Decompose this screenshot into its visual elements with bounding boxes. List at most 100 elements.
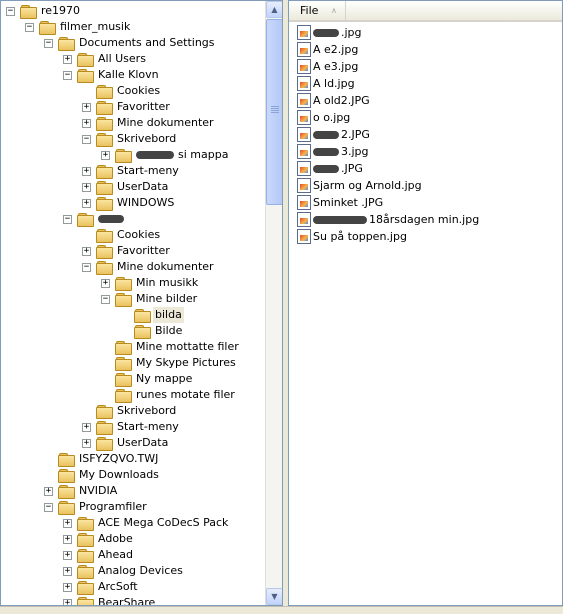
folder-icon	[96, 245, 113, 259]
folder-shape	[58, 485, 75, 499]
tree-item[interactable]: + Favoritter	[1, 243, 266, 259]
expand-icon[interactable]: +	[44, 487, 53, 496]
folder-icon	[77, 517, 94, 531]
tree-item-label: NVIDIA	[77, 483, 119, 499]
tree-item[interactable]: − Skrivebord	[1, 131, 266, 147]
tree-item[interactable]: − Documents and Settings	[1, 35, 266, 51]
folder-icon	[115, 149, 132, 163]
collapse-icon[interactable]: −	[82, 263, 91, 272]
tree-item[interactable]: + BearShare	[1, 595, 266, 605]
tree-item[interactable]: + Adobe	[1, 531, 266, 547]
collapse-icon[interactable]: −	[44, 503, 53, 512]
tree-item[interactable]: + Analog Devices	[1, 563, 266, 579]
image-file-icon	[297, 93, 311, 108]
tree-item[interactable]: Mine mottatte filer	[1, 339, 266, 355]
tree-item-text: UserData	[117, 180, 169, 193]
collapse-icon[interactable]: −	[44, 39, 53, 48]
tree-item[interactable]: + Min musikk	[1, 275, 266, 291]
scroll-down-button[interactable]: ▼	[266, 588, 282, 605]
expand-icon[interactable]: +	[63, 519, 72, 528]
expand-icon[interactable]: +	[63, 551, 72, 560]
folder-shape	[96, 405, 113, 419]
tree-item[interactable]: runes motate filer	[1, 387, 266, 403]
folder-shape	[134, 325, 151, 339]
expand-icon[interactable]: +	[82, 439, 91, 448]
tree-item[interactable]: + WINDOWS	[1, 195, 266, 211]
tree-item[interactable]: Skrivebord	[1, 403, 266, 419]
tree-item[interactable]: Cookies	[1, 227, 266, 243]
tree-item[interactable]: My Skype Pictures	[1, 355, 266, 371]
expand-icon[interactable]: +	[63, 55, 72, 64]
collapse-icon[interactable]: −	[63, 215, 72, 224]
tree-item[interactable]: + si mappa	[1, 147, 266, 163]
column-header-file[interactable]: File	[289, 1, 346, 20]
file-name: .jpg	[313, 24, 362, 41]
expand-icon[interactable]: +	[63, 535, 72, 544]
tree-item[interactable]: − Mine dokumenter	[1, 259, 266, 275]
folder-icon	[77, 565, 94, 579]
tree-item[interactable]: + UserData	[1, 179, 266, 195]
expand-icon[interactable]: +	[101, 151, 110, 160]
collapse-icon[interactable]: −	[101, 295, 110, 304]
scroll-thumb[interactable]	[266, 19, 282, 205]
collapse-icon[interactable]: −	[25, 23, 34, 32]
tree-item[interactable]: − filmer_musik	[1, 19, 266, 35]
expand-icon[interactable]: +	[82, 199, 91, 208]
folder-shape	[96, 437, 113, 451]
tree-item[interactable]: + NVIDIA	[1, 483, 266, 499]
tree-item[interactable]: + All Users	[1, 51, 266, 67]
folder-shape	[58, 501, 75, 515]
folder-icon	[20, 5, 37, 19]
expand-icon[interactable]: +	[63, 583, 72, 592]
expand-icon[interactable]: +	[63, 567, 72, 576]
tree-item[interactable]: Bilde	[1, 323, 266, 339]
folder-icon	[115, 389, 132, 403]
tree-item[interactable]: − Kalle Klovn	[1, 67, 266, 83]
tree-item[interactable]: Ny mappe	[1, 371, 266, 387]
tree-vertical-scrollbar[interactable]: ▲ ▼	[265, 1, 282, 605]
expand-icon[interactable]: +	[63, 599, 72, 605]
tree-item[interactable]: + ACE Mega CoDecS Pack	[1, 515, 266, 531]
collapse-icon[interactable]: −	[82, 135, 91, 144]
expand-icon[interactable]: +	[82, 119, 91, 128]
file-name-text: A e2.jpg	[313, 43, 359, 56]
folder-shape	[96, 229, 113, 243]
tree-item[interactable]: Cookies	[1, 83, 266, 99]
tree-item-text: Kalle Klovn	[98, 68, 159, 81]
expand-icon[interactable]: +	[82, 103, 91, 112]
tree-item[interactable]: + Favoritter	[1, 99, 266, 115]
tree-item[interactable]: + Ahead	[1, 547, 266, 563]
tree-item[interactable]: + Mine dokumenter	[1, 115, 266, 131]
folder-shape	[115, 293, 132, 307]
expand-icon[interactable]: +	[82, 183, 91, 192]
tree-item[interactable]: − Mine bilder	[1, 291, 266, 307]
tree-item[interactable]: + ArcSoft	[1, 579, 266, 595]
tree-item[interactable]: ISFYZQVO.TWJ	[1, 451, 266, 467]
expand-icon[interactable]: +	[82, 167, 91, 176]
folder-tree-pane[interactable]: − re1970− filmer_musik − Documents and Setti…	[0, 0, 283, 606]
tree-item[interactable]: − re1970	[1, 3, 266, 19]
tree-item[interactable]: + UserData	[1, 435, 266, 451]
collapse-icon[interactable]: −	[6, 7, 15, 16]
tree-item-text: All Users	[98, 52, 146, 65]
expand-icon[interactable]: +	[82, 247, 91, 256]
tree-item-text: Min musikk	[136, 276, 199, 289]
file-list-pane[interactable]: File ∧ .jpg A e2.jpg A e3.jpg A ld.jpg A old…	[288, 0, 563, 606]
tree-item-text: Favoritter	[117, 100, 170, 113]
tree-item[interactable]: + Start-meny	[1, 419, 266, 435]
tree-item[interactable]: My Downloads	[1, 467, 266, 483]
collapse-icon[interactable]: −	[63, 71, 72, 80]
scroll-up-button[interactable]: ▲	[266, 1, 282, 18]
expand-icon[interactable]: +	[101, 279, 110, 288]
redaction-scribble	[313, 216, 367, 224]
tree-item[interactable]: bilda	[1, 307, 266, 323]
tree-item-text: Adobe	[98, 532, 133, 545]
redaction-scribble	[98, 215, 124, 223]
tree-item-text: Start-meny	[117, 164, 179, 177]
tree-item[interactable]: + Start-meny	[1, 163, 266, 179]
tree-item[interactable]: −	[1, 211, 266, 227]
column-header-bar: File ∧	[289, 1, 562, 22]
expand-icon[interactable]: +	[82, 423, 91, 432]
tree-item-label: My Skype Pictures	[134, 355, 238, 371]
tree-item[interactable]: − Programfiler	[1, 499, 266, 515]
